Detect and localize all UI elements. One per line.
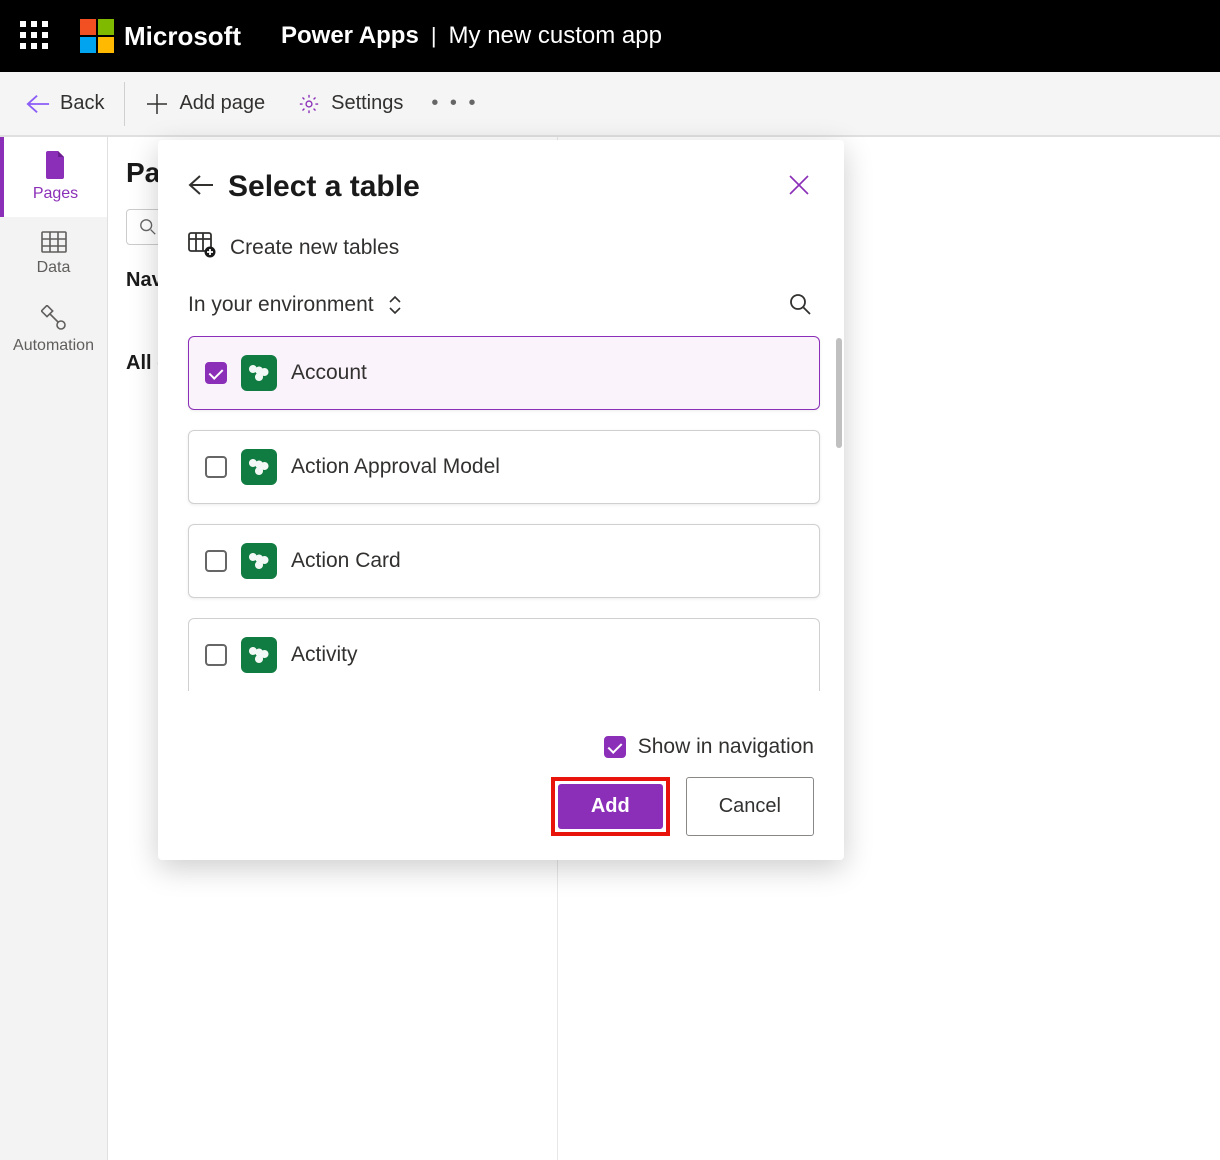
table-item-action-approval-model[interactable]: Action Approval Model [188,430,820,504]
back-label: Back [60,92,104,115]
page-icon [4,151,107,179]
rail-automation-label: Automation [13,337,94,354]
arrow-left-icon [26,92,50,116]
show-in-navigation-option[interactable]: Show in navigation [188,735,814,759]
rail-pages-label: Pages [33,185,78,202]
sort-toggle-icon[interactable] [386,295,406,315]
environment-filter-row: In your environment [158,292,844,318]
app-subtitle[interactable]: My new custom app [449,22,662,50]
dataverse-icon [241,449,277,485]
microsoft-logo: Microsoft [80,19,241,53]
table-list[interactable]: Account Action Approval Model Action Car… [158,336,844,717]
table-name-label: Activity [291,643,358,667]
cancel-button[interactable]: Cancel [686,777,814,836]
add-page-button[interactable]: Add page [129,84,281,124]
microsoft-logo-icon [80,19,114,53]
show-in-nav-label: Show in navigation [638,735,814,759]
table-icon [0,231,107,253]
more-options-button[interactable]: • • • [419,84,490,123]
app-name[interactable]: Power Apps [281,22,419,50]
rail-item-automation[interactable]: Automation [0,291,107,369]
table-name-label: Action Approval Model [291,455,500,479]
dialog-footer: Show in navigation Add Cancel [158,717,844,836]
table-name-label: Action Card [291,549,401,573]
flow-icon [0,305,107,331]
search-icon [139,218,157,236]
app-launcher-icon[interactable] [20,21,50,51]
rail-item-data[interactable]: Data [0,217,107,291]
table-name-label: Account [291,361,367,385]
select-table-dialog: Select a table Create new tables In your… [158,140,844,860]
command-bar: Back Add page Settings • • • [0,72,1220,137]
tutorial-highlight: Add [551,777,670,836]
left-rail: Pages Data Automation [0,137,108,1160]
dataverse-icon [241,637,277,673]
add-page-label: Add page [179,92,265,115]
dialog-close-button[interactable] [788,174,814,200]
dialog-button-row: Add Cancel [188,777,814,836]
dataverse-icon [241,543,277,579]
create-new-label: Create new tables [230,236,399,260]
dataverse-icon [241,355,277,391]
show-in-nav-checkbox[interactable] [604,736,626,758]
create-new-tables-button[interactable]: Create new tables [158,232,844,264]
toolbar-divider [124,82,125,126]
table-search-button[interactable] [788,292,814,318]
plus-icon [145,92,169,116]
settings-label: Settings [331,92,403,115]
rail-item-pages[interactable]: Pages [0,137,107,217]
title-separator: | [431,23,437,49]
table-item-account[interactable]: Account [188,336,820,410]
rail-data-label: Data [37,259,71,276]
table-checkbox[interactable] [205,362,227,384]
table-checkbox[interactable] [205,456,227,478]
dialog-title: Select a table [228,170,788,204]
add-button[interactable]: Add [558,784,663,829]
environment-label: In your environment [188,293,374,317]
table-checkbox[interactable] [205,644,227,666]
back-button[interactable]: Back [10,84,120,124]
gear-icon [297,92,321,116]
table-plus-icon [188,232,216,264]
dialog-header: Select a table [158,170,844,204]
table-checkbox[interactable] [205,550,227,572]
table-item-action-card[interactable]: Action Card [188,524,820,598]
table-item-activity[interactable]: Activity [188,618,820,691]
app-header: Microsoft Power Apps | My new custom app [0,0,1220,72]
microsoft-brand-text: Microsoft [124,21,241,52]
settings-button[interactable]: Settings [281,84,419,124]
dialog-back-button[interactable] [188,174,214,200]
scrollbar-thumb[interactable] [836,338,842,448]
